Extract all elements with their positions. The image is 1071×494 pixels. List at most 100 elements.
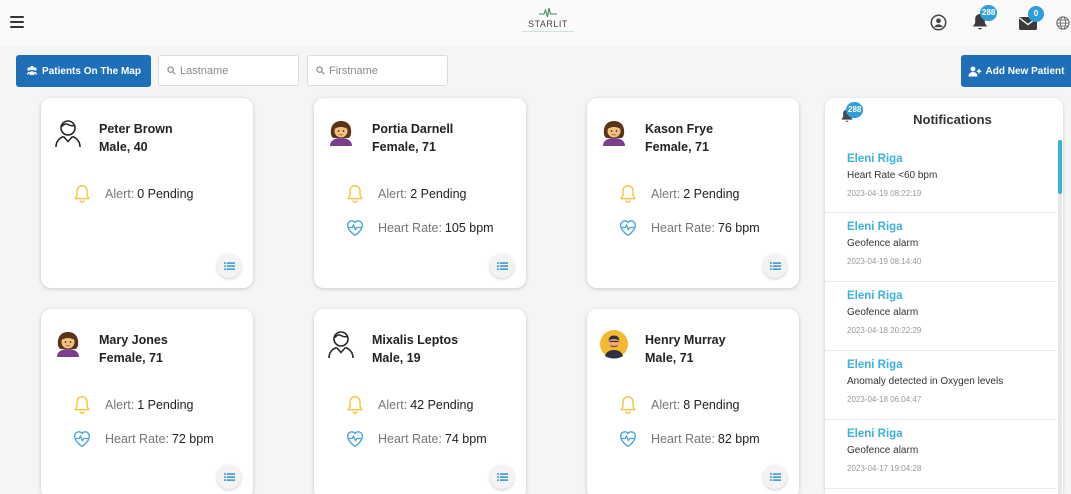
- patient-details-button[interactable]: [217, 465, 241, 489]
- patients-on-map-label: Patients On The Map: [42, 65, 141, 77]
- notification-time: 2023-04-19 08:14:40: [847, 257, 922, 266]
- heart-rate-label: Heart Rate:: [105, 432, 169, 446]
- lastname-input[interactable]: [180, 64, 290, 77]
- alert-label: Alert:: [105, 187, 135, 201]
- heart-rate-icon: [344, 217, 366, 239]
- notification-patient-name: Eleni Riga: [847, 428, 903, 440]
- patient-details-button[interactable]: [490, 254, 514, 278]
- notifications-title: Notifications: [913, 112, 992, 127]
- header-messages-button[interactable]: 0: [1018, 6, 1044, 36]
- search-icon: [167, 66, 176, 75]
- notification-patient-name: Eleni Riga: [847, 221, 903, 233]
- patient-card[interactable]: Mary Jones Female, 71 Alert: 1 Pending H…: [41, 309, 253, 494]
- hamburger-menu-icon[interactable]: [10, 16, 24, 28]
- patient-name: Portia Darnell: [372, 122, 454, 136]
- notification-time: 2023-04-19 08:22:19: [847, 189, 922, 198]
- language-globe-icon[interactable]: [1056, 16, 1070, 35]
- alert-label: Alert:: [651, 187, 681, 201]
- notification-item[interactable]: Eleni Riga Geofence alarm 2023-04-19 08:…: [825, 213, 1057, 282]
- heart-rate-icon: [344, 428, 366, 450]
- female-avatar-icon: [326, 118, 356, 148]
- heart-rate-value: 82 bpm: [717, 432, 760, 446]
- patient-gender-age: Female, 71: [645, 140, 709, 154]
- list-icon: [224, 261, 235, 271]
- heart-rate-icon: [617, 217, 639, 239]
- list-icon: [224, 472, 235, 482]
- patient-card[interactable]: Henry Murray Male, 71 Alert: 8 Pending H…: [587, 309, 799, 494]
- notification-patient-name: Eleni Riga: [847, 359, 903, 371]
- alert-row: Alert: 1 Pending: [71, 393, 194, 417]
- heart-rate-value: 76 bpm: [717, 221, 760, 235]
- header-notifications-button[interactable]: 288: [970, 5, 998, 37]
- alert-row: Alert: 2 Pending: [617, 182, 740, 206]
- heart-rate-label: Heart Rate:: [378, 221, 442, 235]
- patient-gender-age: Female, 71: [372, 140, 436, 154]
- alert-bell-icon: [71, 394, 93, 416]
- list-icon: [770, 261, 781, 271]
- alert-bell-icon: [344, 394, 366, 416]
- alert-label: Alert:: [105, 398, 135, 412]
- heart-rate-label: Heart Rate:: [651, 432, 715, 446]
- patient-details-button[interactable]: [217, 254, 241, 278]
- list-icon: [497, 261, 508, 271]
- patient-gender-age: Male, 19: [372, 351, 421, 365]
- top-header: STARLIT 288 0: [0, 0, 1071, 46]
- notification-message: Geofence alarm: [847, 238, 919, 249]
- notifications-scroll-thumb[interactable]: [1058, 140, 1062, 194]
- alert-row: Alert: 8 Pending: [617, 393, 740, 417]
- alert-label: Alert:: [378, 187, 408, 201]
- notification-item[interactable]: Eleni Riga Geofence alarm 2023-04-17 19:…: [825, 420, 1057, 489]
- alert-value: 0 Pending: [137, 187, 194, 201]
- notification-message: Geofence alarm: [847, 445, 919, 456]
- patients-on-map-button[interactable]: Patients On The Map: [16, 55, 151, 87]
- heart-rate-value: 105 bpm: [444, 221, 494, 235]
- alert-bell-icon: [617, 183, 639, 205]
- heart-rate-row: Heart Rate: 82 bpm: [617, 427, 760, 451]
- heart-rate-row: Heart Rate: 72 bpm: [71, 427, 214, 451]
- notification-item[interactable]: Eleni Riga Heart Rate <60 bpm 2023-04-19…: [825, 144, 1057, 213]
- patient-card[interactable]: Mixalis Leptos Male, 19 Alert: 42 Pendin…: [314, 309, 526, 494]
- alert-label: Alert:: [378, 398, 408, 412]
- map-users-icon: [27, 66, 38, 75]
- alert-label: Alert:: [651, 398, 681, 412]
- female-avatar-icon: [599, 118, 629, 148]
- notifications-list: Eleni Riga Heart Rate <60 bpm 2023-04-19…: [825, 144, 1057, 489]
- notification-time: 2023-04-17 19:04:28: [847, 464, 922, 473]
- alert-value: 42 Pending: [410, 398, 474, 412]
- alert-bell-icon: [344, 183, 366, 205]
- notifications-panel: 288 Notifications Eleni Riga Heart Rate …: [825, 98, 1063, 494]
- list-icon: [770, 472, 781, 482]
- app-logo[interactable]: STARLIT: [522, 6, 574, 32]
- patient-card[interactable]: Portia Darnell Female, 71 Alert: 2 Pendi…: [314, 98, 526, 288]
- patient-details-button[interactable]: [763, 465, 787, 489]
- notification-patient-name: Eleni Riga: [847, 153, 903, 165]
- alert-row: Alert: 2 Pending: [344, 182, 467, 206]
- logo-text: STARLIT: [522, 19, 574, 32]
- list-icon: [497, 472, 508, 482]
- alert-value: 2 Pending: [683, 187, 740, 201]
- patient-name: Kason Frye: [645, 122, 714, 136]
- alert-value: 2 Pending: [410, 187, 467, 201]
- firstname-search-box: [307, 55, 448, 86]
- outline-user-icon: [53, 118, 83, 148]
- notification-item[interactable]: Eleni Riga Anomaly detected in Oxygen le…: [825, 351, 1057, 420]
- notifications-scrollbar[interactable]: [1058, 140, 1062, 494]
- account-icon[interactable]: [930, 14, 947, 36]
- outline-user-icon: [326, 329, 356, 359]
- notification-item[interactable]: Eleni Riga Geofence alarm 2023-04-18 20:…: [825, 282, 1057, 351]
- firstname-input[interactable]: [329, 64, 439, 77]
- notification-message: Heart Rate <60 bpm: [847, 170, 938, 181]
- patient-details-button[interactable]: [763, 254, 787, 278]
- alert-value: 1 Pending: [137, 398, 194, 412]
- patient-card[interactable]: Peter Brown Male, 40 Alert: 0 Pending: [41, 98, 253, 288]
- notification-time: 2023-04-18 20:22:29: [847, 326, 922, 335]
- alert-row: Alert: 0 Pending: [71, 182, 194, 206]
- patient-card[interactable]: Kason Frye Female, 71 Alert: 2 Pending H…: [587, 98, 799, 288]
- patient-name: Mary Jones: [99, 333, 168, 347]
- patient-gender-age: Male, 40: [99, 140, 148, 154]
- add-new-patient-button[interactable]: Add New Patient: [961, 55, 1071, 87]
- notification-time: 2023-04-18 06:04:47: [847, 395, 922, 404]
- patient-details-button[interactable]: [490, 465, 514, 489]
- messages-count-badge: 0: [1028, 6, 1044, 22]
- patient-gender-age: Female, 71: [99, 351, 163, 365]
